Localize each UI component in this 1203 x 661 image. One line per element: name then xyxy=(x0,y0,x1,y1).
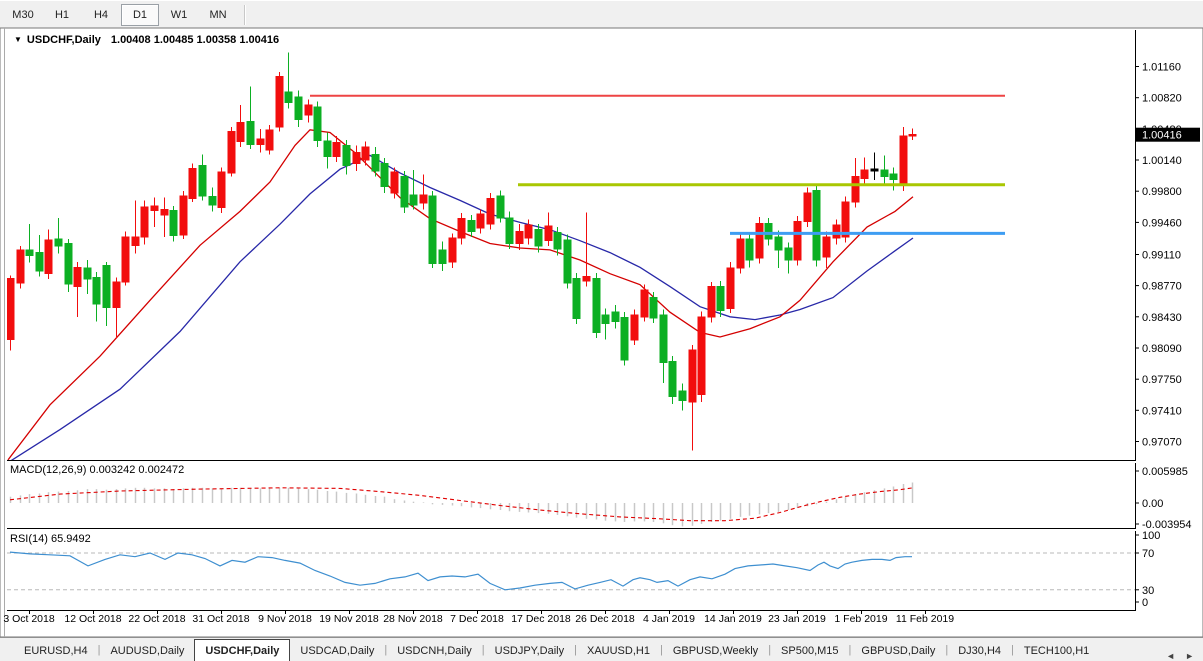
date-axis-label: 28 Nov 2018 xyxy=(383,613,443,625)
tab-scroll-controls: ◄► xyxy=(1161,651,1203,661)
price-axis-label: 1.00820 xyxy=(1142,93,1182,105)
rsi-axis-label: 100 xyxy=(1142,530,1160,542)
date-axis-label: 7 Dec 2018 xyxy=(450,613,504,625)
chart-canvas[interactable]: 1.011601.008201.004801.001400.998000.994… xyxy=(0,0,1203,661)
price-axis-label: 1.00140 xyxy=(1142,155,1182,167)
rsi-plot-area[interactable] xyxy=(7,531,1135,610)
date-axis-label: 11 Feb 2019 xyxy=(896,613,954,625)
date-axis-label: 26 Dec 2018 xyxy=(575,613,635,625)
date-axis-label: 3 Oct 2018 xyxy=(3,613,55,625)
chart-title: ▼ USDCHF,Daily 1.00408 1.00485 1.00358 1.0… xyxy=(14,34,279,46)
date-axis: 3 Oct 2018 12 Oct 2018 22 Oct 2018 31 Oct 2… xyxy=(3,610,954,625)
price-axis-label: 1.01160 xyxy=(1142,62,1181,74)
chart-tab-usdjpy[interactable]: USDJPY,Daily xyxy=(485,641,575,661)
chart-tab-usdcad[interactable]: USDCAD,Daily xyxy=(290,641,384,661)
rsi-axis-label: 0 xyxy=(1142,597,1148,609)
price-axis-label: 0.97410 xyxy=(1142,405,1182,417)
date-axis-label: 19 Nov 2018 xyxy=(319,613,379,625)
rsi-axis-label: 70 xyxy=(1142,548,1154,560)
chart-tab-gbpusd[interactable]: GBPUSD,Daily xyxy=(851,641,945,661)
price-axis-label: 0.97750 xyxy=(1142,374,1182,386)
macd-axis-label: 0.00 xyxy=(1142,498,1163,510)
chart-tab-audusd[interactable]: AUDUSD,Daily xyxy=(100,641,194,661)
current-price-value: 1.00416 xyxy=(1142,130,1182,142)
price-axis-label: 0.98770 xyxy=(1142,281,1182,293)
scroll-tabs-right-button[interactable]: ► xyxy=(1180,651,1199,661)
chart-tab-gbpusd[interactable]: GBPUSD,Weekly xyxy=(663,641,768,661)
chart-symbol-label: USDCHF,Daily xyxy=(27,34,101,46)
chart-tab-usdchf[interactable]: USDCHF,Daily xyxy=(194,639,290,661)
price-axis-label: 0.98090 xyxy=(1142,343,1182,355)
price-axis-label: 0.98430 xyxy=(1142,312,1182,324)
date-axis-label: 23 Jan 2019 xyxy=(768,613,826,625)
chart-tabs-bar: EURUSD,H4|AUDUSD,DailyUSDCHF,DailyUSDCAD… xyxy=(0,637,1203,661)
price-axis-label: 0.97070 xyxy=(1142,437,1182,449)
date-axis-label: 9 Nov 2018 xyxy=(258,613,312,625)
price-axis-label: 0.99110 xyxy=(1142,250,1181,262)
rsi-axis-label: 30 xyxy=(1142,585,1154,597)
macd-axis-label: 0.005985 xyxy=(1142,466,1188,478)
scroll-tabs-left-button[interactable]: ◄ xyxy=(1161,651,1180,661)
date-axis-label: 12 Oct 2018 xyxy=(64,613,121,625)
date-axis-label: 22 Oct 2018 xyxy=(128,613,185,625)
date-axis-label: 17 Dec 2018 xyxy=(511,613,571,625)
date-axis-label: 14 Jan 2019 xyxy=(704,613,762,625)
price-axis-label: 0.99460 xyxy=(1142,217,1182,229)
chart-ohlc-values: 1.00408 1.00485 1.00358 1.00416 xyxy=(111,34,279,46)
chart-tab-eurusd[interactable]: EURUSD,H4 xyxy=(14,641,98,661)
date-axis-label: 4 Jan 2019 xyxy=(643,613,695,625)
price-axis-label: 0.99800 xyxy=(1142,186,1182,198)
chart-tab-xauusd[interactable]: XAUUSD,H1 xyxy=(577,641,660,661)
mt4-window: M30H1H4D1W1MN 1.011601.008201.004801.001… xyxy=(0,0,1203,661)
symbol-dropdown-icon[interactable]: ▼ xyxy=(14,35,22,44)
date-axis-label: 1 Feb 2019 xyxy=(834,613,887,625)
chart-tab-dj30[interactable]: DJ30,H4 xyxy=(948,641,1011,661)
chart-tab-sp500[interactable]: SP500,M15 xyxy=(771,641,848,661)
date-axis-label: 31 Oct 2018 xyxy=(192,613,249,625)
main-chart-panel xyxy=(7,30,1135,463)
chart-tab-usdcnh[interactable]: USDCNH,Daily xyxy=(387,641,482,661)
rsi-panel xyxy=(7,531,1135,610)
rsi-indicator-label: RSI(14) 65.9492 xyxy=(10,533,91,545)
chart-tab-tech100[interactable]: TECH100,H1 xyxy=(1014,641,1099,661)
macd-indicator-label: MACD(12,26,9) 0.003242 0.002472 xyxy=(10,464,184,476)
